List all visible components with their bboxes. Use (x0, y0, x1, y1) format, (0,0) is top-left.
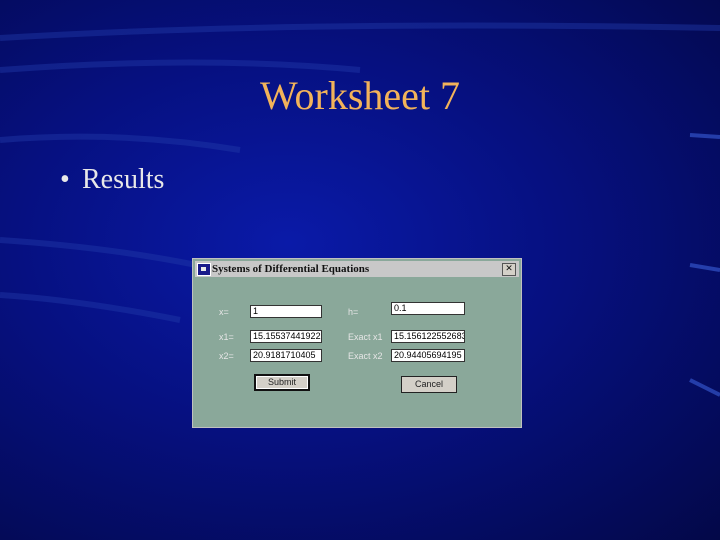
x-label: x= (219, 307, 229, 317)
exact-x1-field[interactable]: 15.156122552683 (391, 330, 465, 343)
bullet-dot: • (60, 164, 70, 195)
x1-label: x1= (219, 332, 234, 342)
dialog-titlebar[interactable]: Systems of Differential Equations ✕ (195, 261, 519, 277)
x2-field[interactable]: 20.9181710405 (250, 349, 322, 362)
x1-field[interactable]: 15.1553744192284 (250, 330, 322, 343)
h-label: h= (348, 307, 359, 317)
dialog-title: Systems of Differential Equations (212, 263, 370, 275)
exact-x1-label: Exact x1 (348, 332, 383, 342)
x-field[interactable]: 1 (250, 305, 322, 318)
bullet-text: Results (82, 164, 165, 195)
slide-title: Worksheet 7 (259, 73, 461, 118)
exact-x2-label: Exact x2 (348, 351, 383, 361)
exact-x2-field[interactable]: 20.94405694195 (391, 349, 465, 362)
close-button[interactable]: ✕ (502, 263, 516, 276)
app-icon (197, 263, 211, 276)
x2-label: x2= (219, 351, 234, 361)
cancel-button[interactable]: Cancel (401, 376, 457, 393)
dialog-window: Systems of Differential Equations ✕ x= 1… (192, 258, 522, 428)
h-field[interactable]: 0.1 (391, 302, 465, 315)
submit-button[interactable]: Submit (254, 374, 310, 391)
bullet-item: • Results (60, 164, 164, 196)
